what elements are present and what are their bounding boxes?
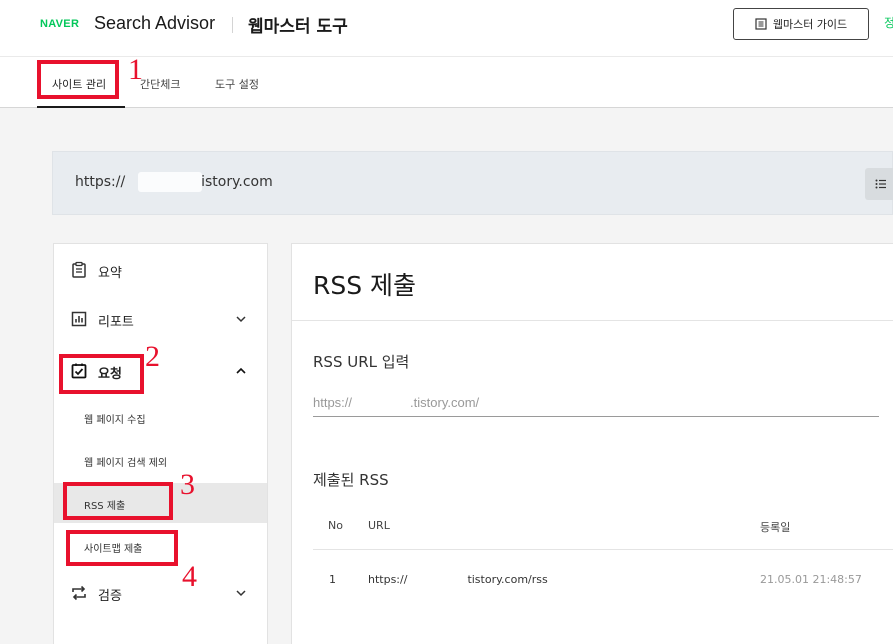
row-url-suffix: tistory.com/rss [467, 573, 548, 586]
submitted-rss-label: 제출된 RSS [313, 471, 389, 489]
title-divider [292, 320, 893, 321]
table-header-divider [313, 549, 893, 550]
annotation-box-1 [37, 60, 119, 99]
chevron-down-icon [236, 590, 246, 597]
annotation-box-2 [59, 354, 144, 394]
site-url-bar: https:// .tistory.com [52, 151, 893, 215]
table-row-url[interactable]: https:// tistory.com/rss [368, 573, 548, 586]
annotation-box-3 [63, 482, 173, 520]
annotation-box-4 [66, 530, 178, 566]
site-url-prefix: https:// [75, 174, 126, 190]
table-header-no: No [328, 519, 343, 532]
nav-quick-check[interactable]: 간단체크 [140, 76, 180, 92]
sidebar-sub-label: 웹 페이지 검색 제외 [84, 458, 168, 469]
nav-tool-settings[interactable]: 도구 설정 [215, 76, 259, 92]
chevron-up-icon [236, 367, 246, 374]
page-root: NAVER Search Advisor 웹마스터 도구 웹마스터 가이드 정 … [0, 0, 893, 644]
header-edge-text[interactable]: 정 [884, 14, 893, 31]
page-title: RSS 제출 [313, 271, 417, 300]
chevron-down-icon [236, 316, 246, 323]
row-url-prefix: https:// [368, 573, 408, 586]
table-row-date: 21.05.01 21:48:57 [760, 573, 862, 586]
table-row-no: 1 [329, 573, 336, 586]
annotation-number-3: 3 [180, 468, 195, 501]
webmaster-guide-label: 웹마스터 가이드 [772, 18, 848, 31]
rss-panel: RSS 제출 RSS URL 입력 https://.tistory.com/ … [291, 243, 893, 644]
site-url-suffix: .tistory.com [191, 174, 273, 190]
site-list-button[interactable] [865, 168, 893, 200]
annotation-number-4: 4 [182, 560, 197, 593]
sidebar-sub-webpage-exclude[interactable]: 웹 페이지 검색 제외 [54, 440, 267, 480]
rss-url-input-label: RSS URL 입력 [313, 353, 410, 371]
annotation-number-1: 1 [128, 53, 143, 86]
sidebar-sub-label: 웹 페이지 수집 [84, 415, 146, 426]
naver-logo[interactable]: NAVER [40, 18, 79, 30]
bar-chart-icon [71, 311, 87, 327]
top-header: NAVER Search Advisor 웹마스터 도구 웹마스터 가이드 정 [0, 0, 893, 56]
sidebar-item-report[interactable]: 리포트 [54, 299, 267, 339]
guide-book-icon [755, 18, 767, 30]
clipboard-icon [72, 261, 86, 278]
sidebar-item-verify[interactable]: 검증 [54, 573, 267, 613]
rss-url-placeholder-prefix: https:// [313, 395, 353, 410]
table-header-url: URL [368, 519, 390, 532]
redacted-region [138, 172, 202, 192]
rss-url-input[interactable]: https:// .tistory.com/ [313, 389, 879, 417]
rss-url-placeholder-suffix: .tistory.com/ [410, 395, 480, 410]
sidebar: 요약 리포트 요청 웹 페이지 수집 웹 페이지 검색 제외 RSS 제출 사이… [53, 243, 268, 644]
search-advisor-title[interactable]: Search Advisor [94, 13, 215, 34]
table-header-date: 등록일 [760, 521, 791, 534]
sync-arrows-icon [72, 585, 86, 601]
header-divider [232, 17, 233, 33]
sidebar-item-label: 요약 [98, 266, 122, 281]
sidebar-item-label: 검증 [98, 589, 122, 604]
sidebar-sub-webpage-collect[interactable]: 웹 페이지 수집 [54, 397, 267, 437]
webmaster-guide-button[interactable]: 웹마스터 가이드 [733, 8, 869, 40]
sidebar-item-summary[interactable]: 요약 [54, 250, 267, 290]
list-icon [875, 179, 886, 189]
annotation-number-2: 2 [145, 340, 160, 373]
webmaster-tool-title[interactable]: 웹마스터 도구 [248, 12, 348, 37]
sidebar-item-label: 리포트 [98, 315, 134, 330]
